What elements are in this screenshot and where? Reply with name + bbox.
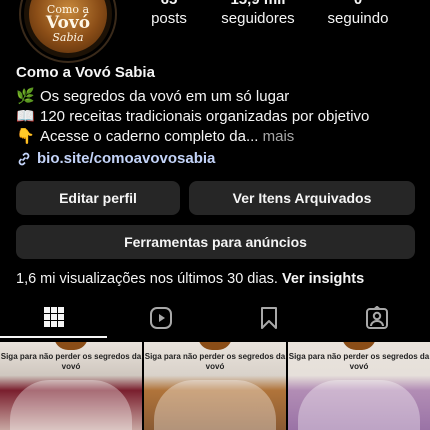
following-stat[interactable]: 0 seguindo — [322, 0, 394, 29]
bio-text: Acesse o caderno completo da... — [40, 128, 259, 145]
bio-line: 🌿 Os segredos da vovó em um só lugar — [16, 87, 369, 107]
reels-icon — [149, 307, 172, 329]
post-thumbnail[interactable]: Siga para não perder os segredos da vovó — [144, 342, 286, 430]
logo-badge — [54, 342, 88, 350]
profile-name: Como a Vovó Sabia — [16, 64, 155, 81]
posts-label: posts — [151, 10, 187, 27]
post-thumbnail[interactable]: Siga para não perder os segredos da vovó — [288, 342, 430, 430]
bio-line: 📖 120 receitas tradicionais organizadas p… — [16, 107, 369, 127]
tab-tagged[interactable] — [323, 298, 430, 338]
avatar-text-3: Sabia — [52, 30, 84, 44]
bio-text: Os segredos da vovó em um só lugar — [40, 88, 290, 105]
insights-link[interactable]: Ver insights — [282, 271, 364, 287]
followers-count: 15,9 mil — [216, 0, 300, 9]
following-count: 0 — [322, 0, 394, 9]
more-link[interactable]: mais — [263, 128, 295, 145]
post-image — [154, 380, 276, 430]
logo-badge — [198, 342, 232, 350]
posts-grid: Siga para não perder os segredos da vovó… — [0, 342, 430, 430]
edit-profile-button[interactable]: Editar perfil — [16, 181, 180, 215]
link-text: bio.site/comoavovosabia — [37, 150, 216, 167]
profile-tabs — [0, 298, 430, 340]
bio-text: 120 receitas tradicionais organizadas po… — [40, 108, 370, 125]
ad-tools-button[interactable]: Ferramentas para anúncios — [16, 225, 415, 259]
followers-stat[interactable]: 15,9 mil seguidores — [216, 0, 300, 29]
followers-label: seguidores — [221, 10, 295, 27]
profile-link[interactable]: bio.site/comoavovosabia — [16, 150, 215, 167]
profile-avatar[interactable]: Como a Vovó Sabia — [24, 0, 112, 58]
insights-text: 1,6 mi visualizações nos últimos 30 dias… — [16, 271, 278, 287]
herb-icon: 🌿 — [16, 88, 35, 105]
post-thumbnail[interactable]: Siga para não perder os segredos da vovó — [0, 342, 142, 430]
tab-saved[interactable] — [215, 298, 322, 338]
archived-items-button[interactable]: Ver Itens Arquivados — [189, 181, 415, 215]
link-icon — [18, 152, 30, 165]
tagged-icon — [365, 306, 388, 329]
bio-line: 👇 Acesse o caderno completo da... mais — [16, 127, 369, 147]
profile-bio: 🌿 Os segredos da vovó em um só lugar 📖 120… — [16, 87, 369, 147]
logo-badge — [342, 342, 376, 350]
following-label: seguindo — [327, 10, 389, 27]
posts-count: 65 — [146, 0, 192, 9]
post-caption: Siga para não perder os segredos da vovó — [0, 352, 142, 371]
post-image — [298, 380, 420, 430]
tab-posts-grid[interactable] — [0, 298, 107, 338]
post-image — [10, 380, 132, 430]
saved-icon — [260, 307, 277, 329]
tab-reels[interactable] — [107, 298, 214, 338]
avatar-text-2: Vovó — [45, 12, 91, 33]
post-caption: Siga para não perder os segredos da vovó — [288, 352, 430, 371]
avatar-logo: Como a Vovó Sabia — [29, 0, 107, 53]
grid-icon — [43, 307, 64, 327]
posts-stat[interactable]: 65 posts — [146, 0, 192, 29]
insights-summary: 1,6 mi visualizações nos últimos 30 dias… — [16, 271, 364, 287]
post-caption: Siga para não perder os segredos da vovó — [144, 352, 286, 371]
book-icon: 📖 — [16, 108, 35, 125]
pointing-down-icon: 👇 — [16, 128, 35, 145]
